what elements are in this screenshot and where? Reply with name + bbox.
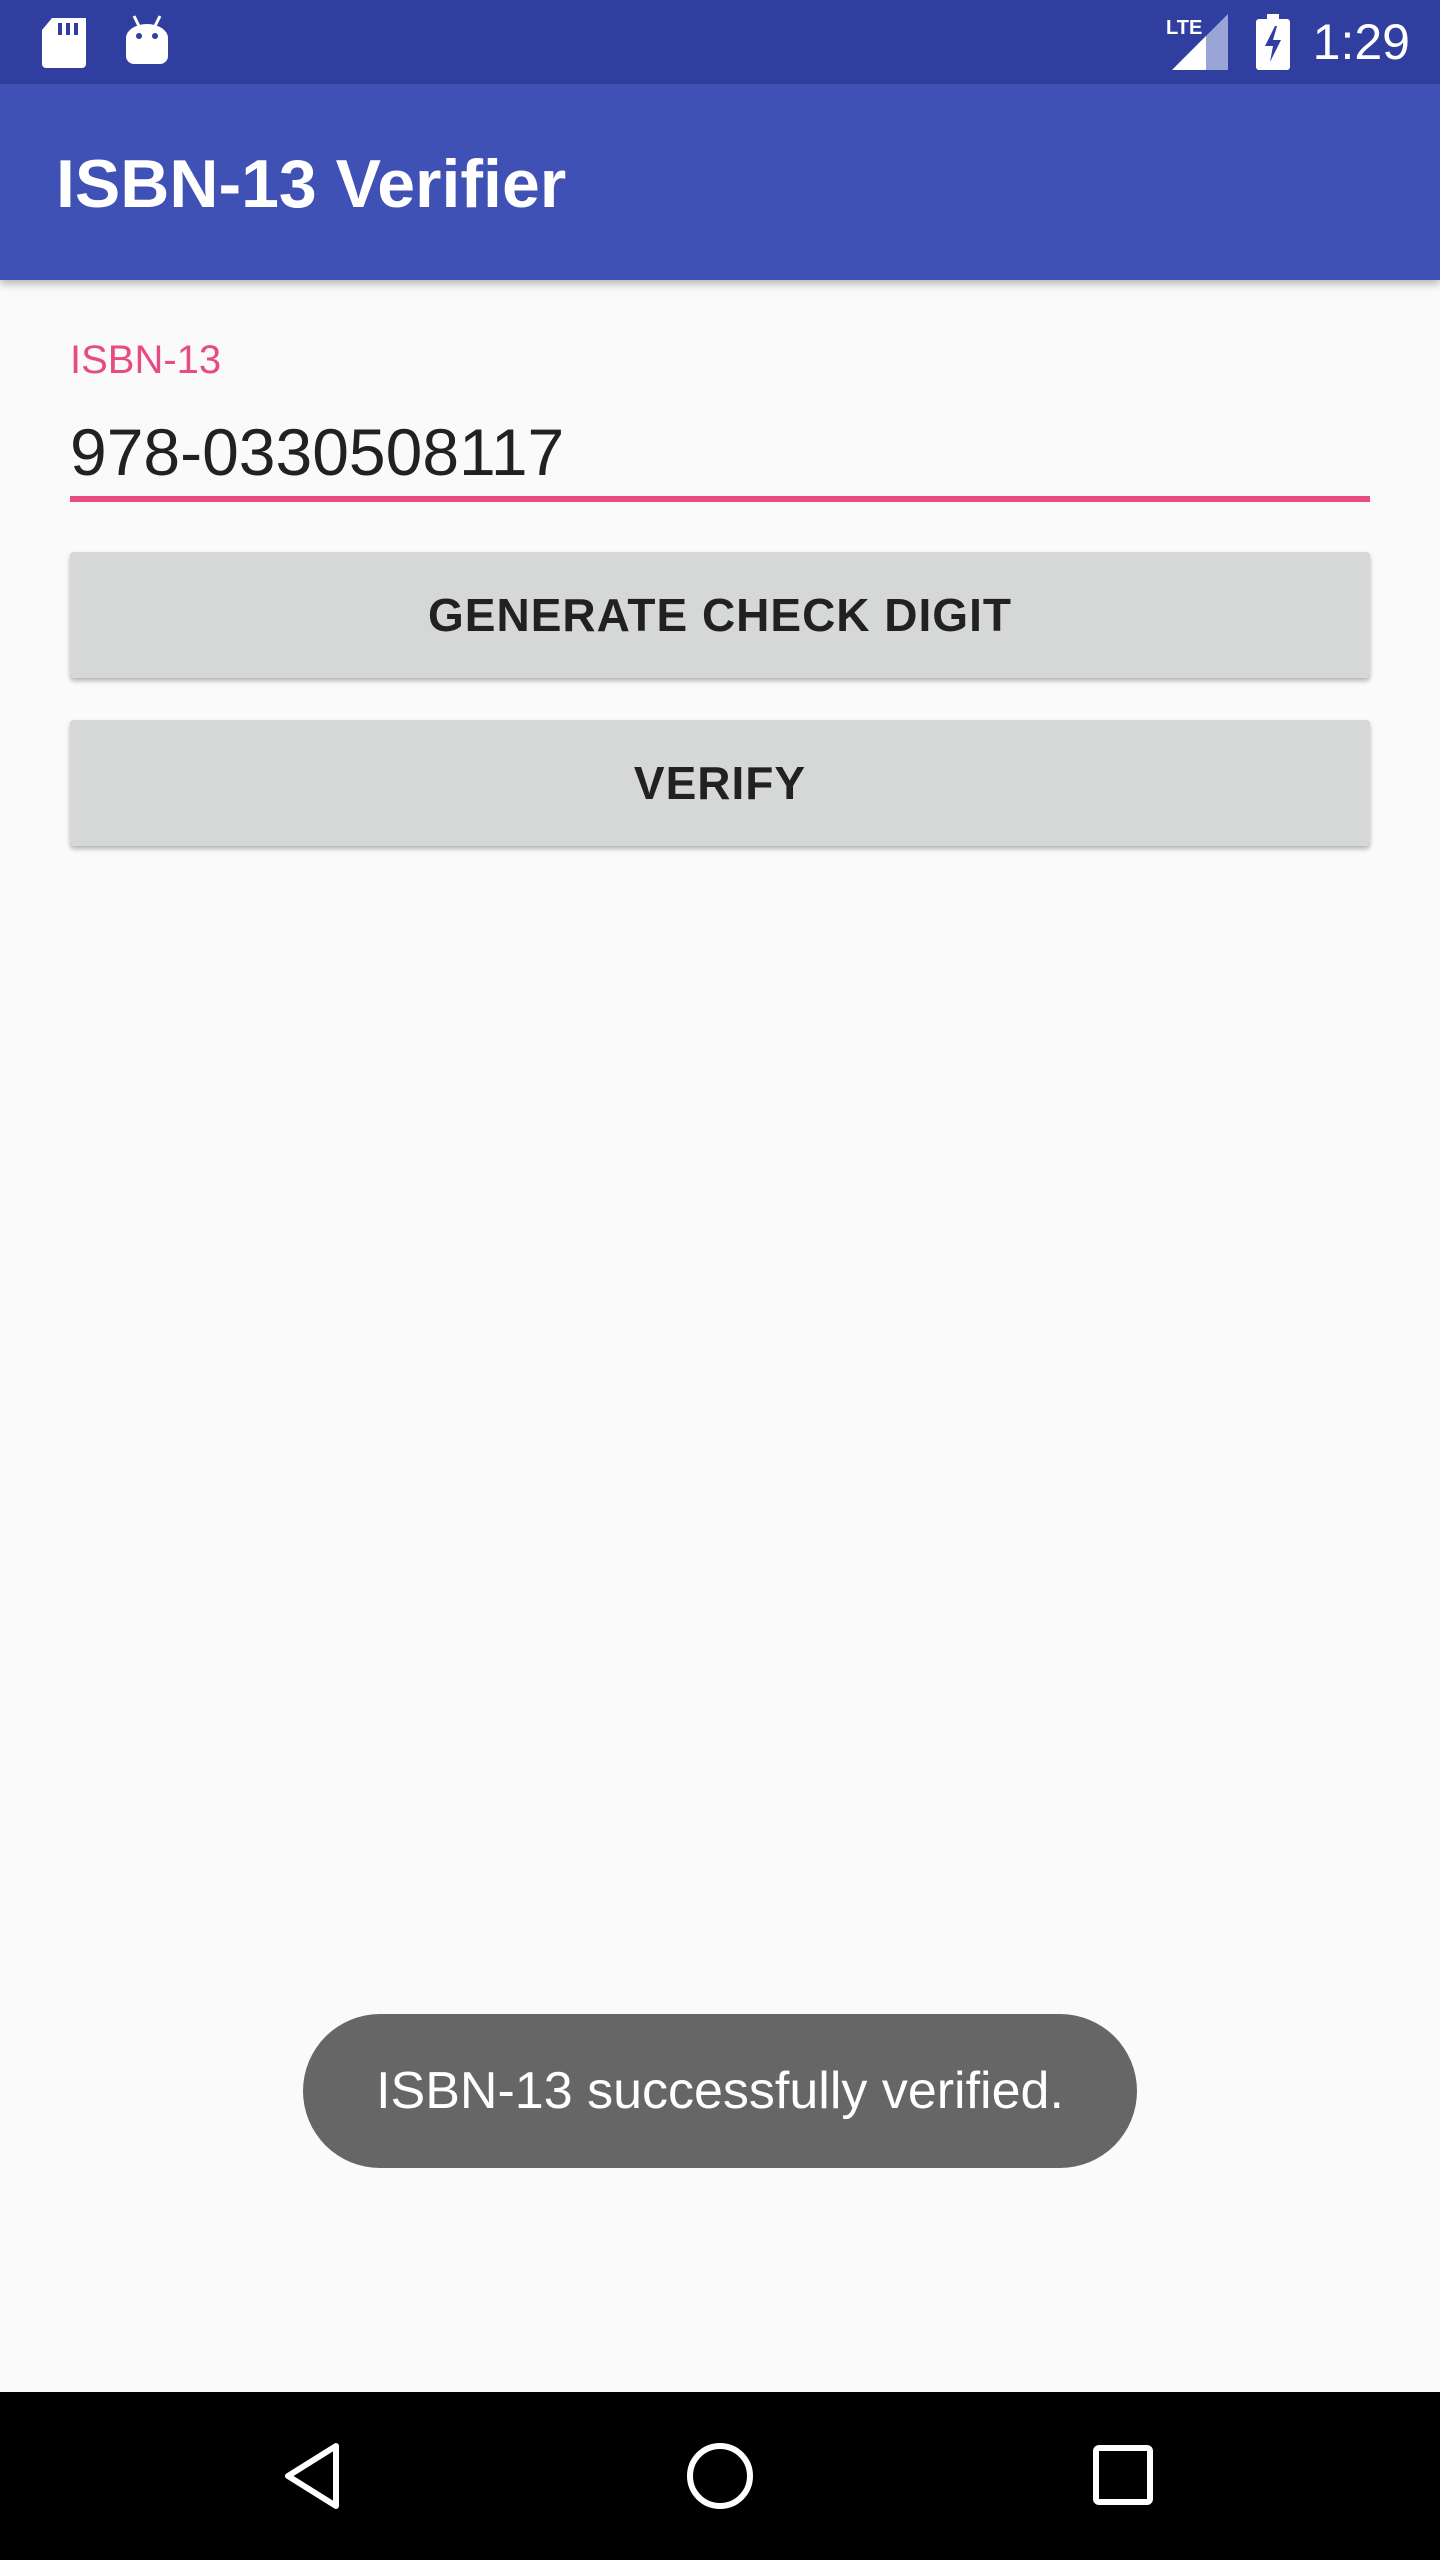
generate-check-digit-button[interactable]: GENERATE CHECK DIGIT [70, 552, 1370, 678]
status-bar: LTE 1:29 [0, 0, 1440, 84]
android-debug-icon [124, 14, 170, 71]
toast-message: ISBN-13 successfully verified. [303, 2014, 1137, 2168]
app-bar: ISBN-13 Verifier [0, 84, 1440, 280]
battery-charging-icon [1256, 14, 1290, 75]
home-icon[interactable] [670, 2426, 770, 2526]
lte-signal-icon: LTE [1166, 14, 1228, 75]
status-clock: 1:29 [1312, 14, 1410, 70]
isbn-input[interactable] [70, 408, 1370, 502]
verify-button[interactable]: VERIFY [70, 720, 1370, 846]
navigation-bar [0, 2392, 1440, 2560]
app-title: ISBN-13 Verifier [56, 146, 567, 222]
network-type-label: LTE [1166, 17, 1202, 39]
isbn-field-label: ISBN-13 [70, 338, 222, 382]
recents-icon[interactable] [1074, 2426, 1174, 2526]
sd-card-icon [42, 18, 86, 73]
back-icon[interactable] [266, 2426, 366, 2526]
